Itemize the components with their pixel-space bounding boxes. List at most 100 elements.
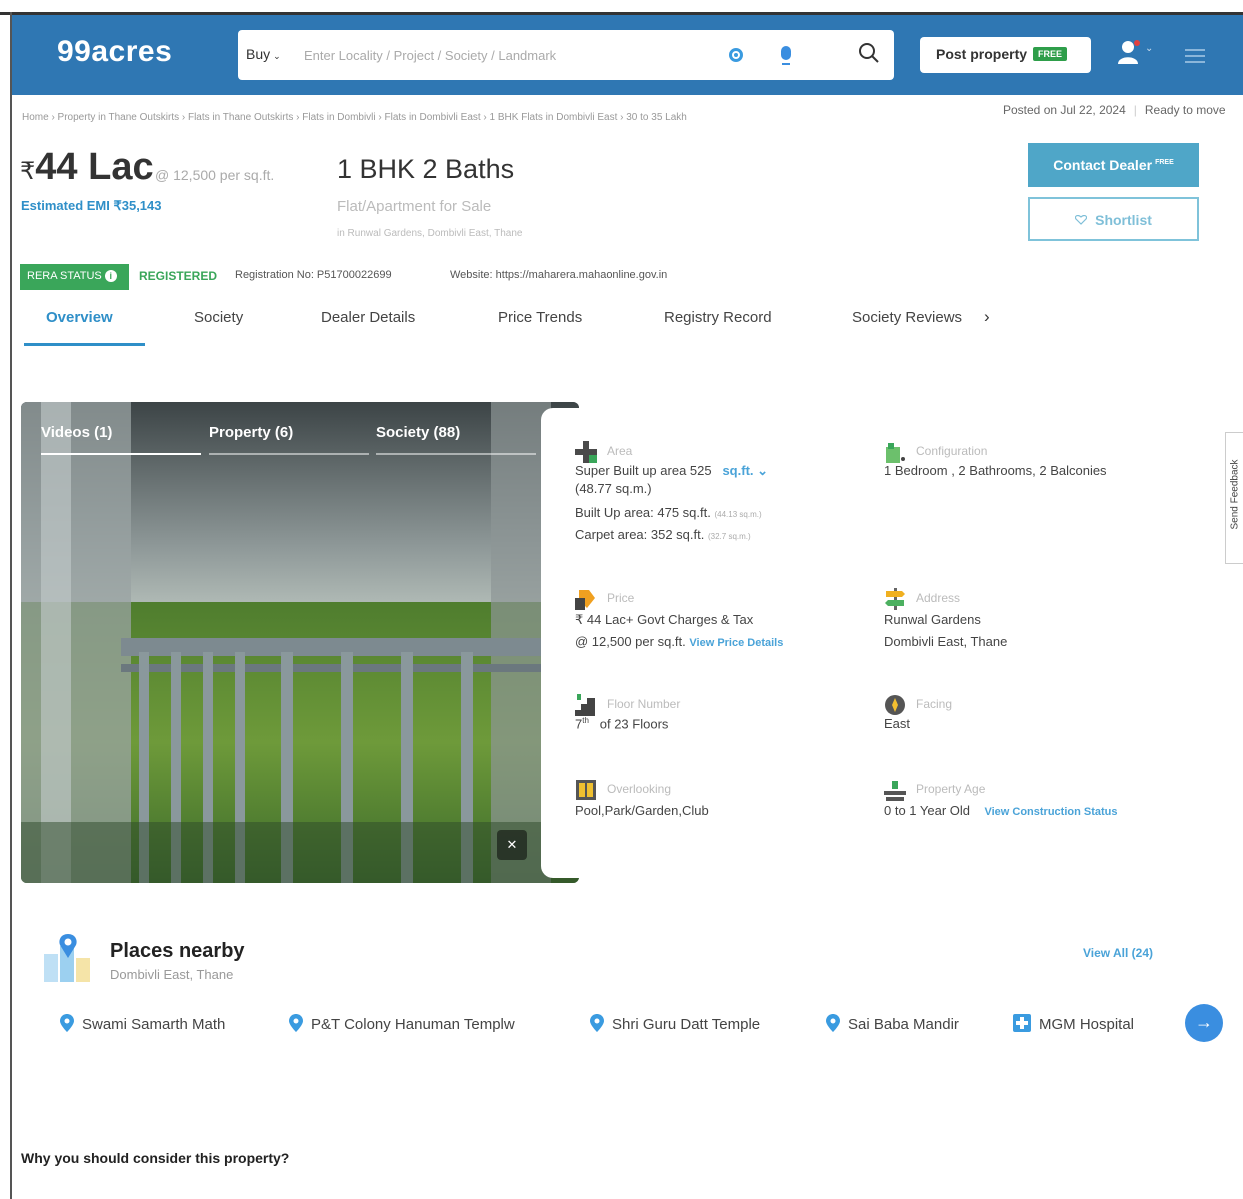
listing-price: ₹44 Lac (20, 146, 154, 189)
contact-dealer-label: Contact Dealer (1053, 157, 1153, 173)
page-frame-left (10, 12, 12, 1199)
chevron-right-icon[interactable]: › (984, 307, 990, 327)
tab-registry-record[interactable]: Registry Record (664, 309, 772, 326)
address-line-1: Runwal Gardens (884, 612, 981, 627)
free-badge: FREE (1033, 47, 1068, 61)
heart-icon (1075, 215, 1088, 225)
map-pin-icon (826, 1014, 840, 1032)
location-target-icon[interactable] (729, 48, 743, 62)
property-age-label: Property Age (916, 782, 986, 796)
site-header: 99acres Buy⌄ Post propertyFREE ⌄ (12, 15, 1243, 95)
shortlist-label: Shortlist (1095, 212, 1152, 228)
property-age-value: 0 to 1 Year Old View Construction Status (884, 803, 1118, 818)
media-tab-videos[interactable]: Videos (1) (41, 424, 112, 441)
construction-icon (884, 781, 906, 801)
media-tab-divider (209, 453, 369, 455)
view-all-places-link[interactable]: View All (24) (1083, 946, 1153, 960)
price-line-2: @ 12,500 per sq.ft. View Price Details (575, 634, 783, 649)
property-media-gallery[interactable]: Videos (1) Property (6) Society (88) ✕ (21, 402, 579, 883)
rera-website[interactable]: Website: https://maharera.mahaonline.gov… (450, 269, 667, 281)
estimated-emi-link[interactable]: Estimated EMI ₹35,143 (21, 198, 162, 214)
property-video-frame[interactable] (21, 402, 579, 883)
property-details-card: Area Super Built up area 525 sq.ft. ⌄ (4… (541, 408, 1243, 878)
place-name: Swami Samarth Math (82, 1016, 226, 1033)
place-name: MGM Hospital (1039, 1016, 1135, 1033)
rupee-symbol: ₹ (20, 158, 36, 185)
media-tab-divider (376, 453, 536, 455)
places-nearby-subtitle: Dombivli East, Thane (110, 967, 234, 982)
consider-property-heading: Why you should consider this property? (21, 1150, 290, 1166)
site-logo[interactable]: 99acres (57, 35, 172, 69)
built-up-area: Built Up area: 475 sq.ft. (44.13 sq.m.) (575, 505, 762, 520)
detail-overlooking: Overlooking Pool,Park/Garden,Club (575, 779, 875, 829)
area-unit-label: sq.ft. (722, 463, 754, 478)
built-up-value: Built Up area: 475 sq.ft. (575, 505, 711, 520)
price-per-sqft: @ 12,500 per sq.ft. (155, 167, 275, 183)
chevron-down-icon[interactable]: ⌄ (1145, 43, 1153, 54)
detail-price: Price ₹ 44 Lac+ Govt Charges & Tax @ 12,… (575, 588, 875, 649)
media-tab-property[interactable]: Property (6) (209, 424, 293, 441)
mute-icon[interactable]: ✕ (497, 830, 527, 860)
super-built-up-value: Super Built up area 525 (575, 463, 712, 478)
microphone-icon[interactable] (781, 46, 791, 65)
tab-overview[interactable]: Overview (46, 309, 113, 326)
area-label: Area (607, 444, 633, 458)
shortlist-button[interactable]: Shortlist (1028, 197, 1199, 241)
place-item[interactable]: Sai Baba Mandir (826, 1014, 959, 1033)
next-arrow-button[interactable]: → (1185, 1004, 1223, 1042)
area-unit-dropdown[interactable]: sq.ft. ⌄ (722, 463, 768, 478)
places-map-icon (44, 934, 90, 982)
detail-property-age: Property Age 0 to 1 Year Old View Constr… (884, 779, 1214, 829)
map-pin-icon (60, 1014, 74, 1032)
map-pin-icon (289, 1014, 303, 1032)
super-built-up-area: Super Built up area 525 sq.ft. ⌄ (575, 463, 768, 479)
signpost-icon (885, 588, 905, 610)
post-property-button[interactable]: Post property FREE (920, 37, 1091, 73)
tab-dealer-details[interactable]: Dealer Details (321, 309, 415, 326)
rera-registered-status: REGISTERED (139, 269, 218, 283)
facing-value: East (884, 716, 911, 731)
price-line-1: ₹ 44 Lac+ Govt Charges & Tax (575, 612, 754, 627)
place-item[interactable]: P&T Colony Hanuman Templw (289, 1014, 515, 1033)
address-line-2: Dombivli East, Thane (884, 634, 1008, 649)
tab-society-reviews[interactable]: Society Reviews (852, 309, 962, 326)
place-item[interactable]: Swami Samarth Math (60, 1014, 225, 1033)
search-input[interactable] (304, 42, 714, 68)
contact-dealer-button[interactable]: Contact Dealer FREE (1028, 143, 1199, 187)
rera-status-badge[interactable]: RERA STATUS i (20, 264, 129, 290)
rera-registration-number: Registration No: P51700022699 (235, 269, 392, 281)
post-property-label: Post property (936, 46, 1028, 62)
tab-price-trends[interactable]: Price Trends (498, 309, 582, 326)
configuration-label: Configuration (916, 444, 988, 458)
place-item[interactable]: Shri Guru Datt Temple (590, 1014, 760, 1033)
chevron-down-icon: ⌄ (273, 51, 281, 61)
property-age-text: 0 to 1 Year Old (884, 803, 971, 818)
info-icon[interactable]: i (104, 270, 117, 282)
send-feedback-tab[interactable]: Send Feedback (1225, 432, 1243, 564)
hospital-icon (1013, 1014, 1031, 1032)
hamburger-menu-icon[interactable] (1185, 49, 1205, 63)
media-tab-society[interactable]: Society (88) (376, 424, 460, 441)
buy-dropdown-label: Buy (246, 46, 271, 62)
facing-label: Facing (916, 697, 953, 711)
breadcrumb[interactable]: Home › Property in Thane Outskirts › Fla… (22, 112, 687, 123)
posted-date: Posted on Jul 22, 2024 (1003, 103, 1126, 117)
floor-stairs-icon (575, 694, 595, 716)
view-construction-status-link[interactable]: View Construction Status (984, 806, 1117, 818)
listing-type: Flat/Apartment for Sale (337, 198, 492, 215)
overlooking-value: Pool,Park/Garden,Club (575, 803, 709, 818)
window-icon (576, 780, 596, 800)
price-per-sqft-value: @ 12,500 per sq.ft. (575, 634, 686, 649)
view-price-details-link[interactable]: View Price Details (689, 637, 783, 649)
detail-area: Area Super Built up area 525 sq.ft. ⌄ (4… (575, 441, 875, 551)
carpet-sqm: (32.7 sq.m.) (707, 532, 751, 541)
search-icon[interactable] (858, 42, 880, 64)
buy-dropdown[interactable]: Buy ⌄ (246, 46, 281, 62)
user-icon[interactable] (1117, 39, 1141, 65)
tab-society[interactable]: Society (194, 309, 243, 326)
place-item[interactable]: MGM Hospital (1013, 1014, 1134, 1033)
price-label: Price (607, 591, 635, 605)
chevron-down-icon: ⌄ (757, 463, 769, 478)
detail-floor-number: Floor Number 7th of 23 Floors (575, 694, 875, 744)
floor-suffix: th (582, 716, 589, 725)
